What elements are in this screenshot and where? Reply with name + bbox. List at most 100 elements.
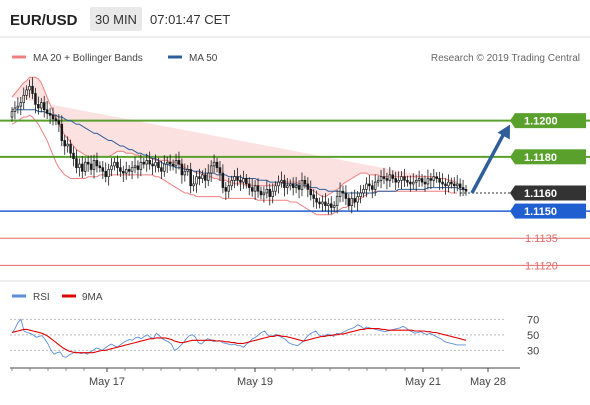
candle-body [206,172,210,181]
candle-body [204,174,207,181]
candle-body [289,183,292,187]
candle-body [245,178,248,185]
candle-body [239,179,242,183]
symbol-title: EUR/USD [10,12,78,29]
candle-body [429,178,433,181]
candle-body [242,178,245,183]
candle-body [57,120,61,125]
candle-body [341,190,345,194]
candle-body [25,89,28,96]
candle-body [315,198,318,203]
candle-body [330,203,333,208]
candle-body [271,190,274,197]
time-label: 07:01:47 CET [150,12,230,27]
ma9-line [11,328,467,354]
candle-body [113,161,116,167]
candle-body [435,176,438,179]
candle-body [142,161,146,165]
candle-body [28,85,31,91]
candle-body [183,170,187,176]
candle-body [136,165,140,170]
candle-body [171,163,175,167]
candle-body [368,183,371,187]
level-tag-pointer [510,185,515,201]
candle-body [385,178,389,181]
candle-body [455,183,459,187]
ma9-legend-label: 9MA [82,292,103,303]
candle-body [409,181,412,185]
candle-body [16,105,20,109]
candle-body [236,176,239,181]
rsi-tick-label-50: 50 [527,330,539,342]
level-label-1-1160: 1.1160 [524,188,557,200]
candle-body [163,163,166,172]
candle-body [145,160,149,165]
candle-body [338,190,342,197]
candle-body [31,85,34,94]
bollinger-legend-label: MA 20 + Bollinger Bands [33,53,143,64]
candle-body [324,201,327,206]
ma50-legend-label: MA 50 [189,53,218,64]
candle-body [233,176,236,181]
level-label-1-1150: 1.1150 [524,206,557,218]
candle-body [177,160,181,165]
candle-body [151,163,154,167]
candle-body [265,189,269,194]
candle-body [388,174,392,181]
candle-body [212,161,216,167]
candle-body [42,102,46,111]
candle-body [441,181,444,185]
candle-body [19,102,23,107]
candle-body [218,167,222,174]
rsi-legend-label: RSI [33,292,50,303]
candle-body [259,190,263,196]
projection-arrow-shaft [470,128,508,194]
candle-body [92,160,96,170]
candle-body [327,203,330,206]
candle-body [294,185,298,188]
candle-body [116,161,119,169]
candle-body [350,198,354,206]
candle-body [458,183,462,188]
projection-layer [470,124,510,194]
candle-body [347,198,351,206]
candle-body [391,174,395,179]
candle-body [300,179,304,190]
x-tick-label-3: May 28 [470,376,506,388]
candle-body [403,176,406,181]
candle-body [139,161,143,170]
candle-body [303,179,307,185]
bollinger-layer [11,76,458,216]
candle-body [227,185,231,192]
candle-body [189,169,192,187]
candle-body [262,192,266,196]
candle-body [335,196,339,207]
candle-body [22,94,25,103]
rsi-tick-label-30: 30 [527,345,539,357]
candle-body [297,185,301,190]
candle-body [89,163,93,170]
candle-body [344,192,348,199]
candle-body [72,152,75,159]
candle-body [107,169,110,178]
candle-body [160,167,163,172]
candle-body [379,176,383,181]
candle-body [95,160,99,167]
x-tick-label-0: May 17 [89,376,125,388]
candle-body [394,178,397,183]
candle-body [426,178,430,185]
candle-body [286,185,289,188]
level-tag-pointer [510,203,515,219]
candle-body [198,176,201,179]
candle-body [447,181,450,187]
candle-body [81,163,84,172]
candle-body [34,93,37,105]
candle-body [359,192,362,197]
candle-body [63,140,66,147]
candle-body [224,187,228,192]
candle-body [406,179,409,183]
candle-body [432,176,436,181]
level-label-1-1180: 1.1180 [524,152,557,164]
candle-body [423,181,427,185]
candle-body [101,167,105,172]
